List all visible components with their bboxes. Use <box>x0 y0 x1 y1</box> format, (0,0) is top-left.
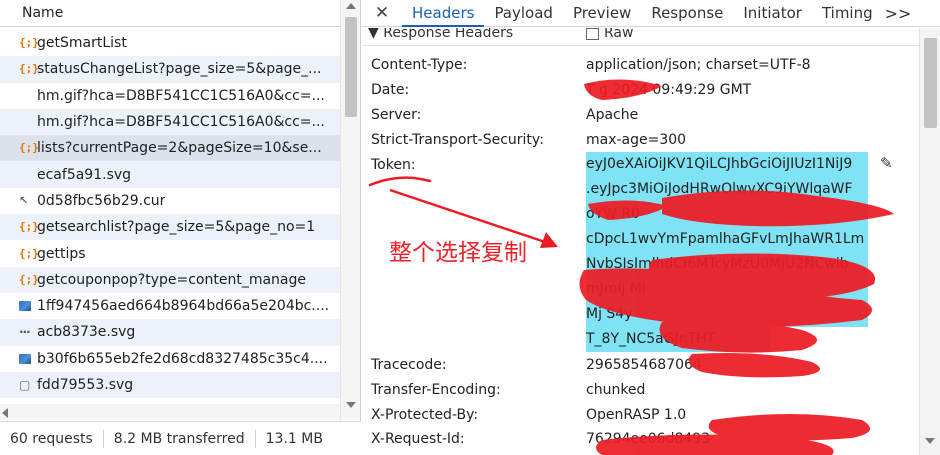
request-name: 0d58fbc56b29.cur <box>37 192 166 209</box>
request-row[interactable]: {;} statusChangeList?page_size=5&page_... <box>0 56 340 83</box>
tab-initiator[interactable]: Initiator <box>733 0 812 27</box>
header-name-transfer-encoding: Transfer-Encoding: <box>371 382 501 398</box>
scroll-down-arrow-icon[interactable] <box>346 402 356 408</box>
request-name: gettips <box>37 245 86 262</box>
header-value-transfer-encoding: chunked <box>586 382 646 398</box>
request-name: hm.gif?hca=D8BF541CC1C516A0&cc=... <box>37 114 325 131</box>
request-row[interactable]: 1ff947456aed664b8964bd66a5e204bc.... <box>0 293 340 319</box>
detail-scrollbar[interactable] <box>919 28 940 455</box>
request-name: getcouponpop?type=content_manage <box>37 271 306 288</box>
cursor-icon: ↖ <box>19 193 29 207</box>
header-value-x-protected-by: OpenRASP 1.0 <box>586 407 687 423</box>
image-icon <box>19 301 37 312</box>
header-value-strict-transport-security: max-age=300 <box>586 132 687 148</box>
header-name-content-type: Content-Type: <box>371 57 468 73</box>
request-row[interactable]: {;} getSmartList <box>0 30 340 56</box>
token-line[interactable]: Mj S4y <box>586 302 868 327</box>
close-icon[interactable]: ✕ <box>362 3 402 23</box>
request-name: ecaf5a91.svg <box>37 166 132 183</box>
scrollbar-thumb[interactable] <box>345 17 357 117</box>
raw-checkbox-label[interactable]: Raw <box>604 28 633 40</box>
image-icon <box>19 353 37 364</box>
token-line[interactable]: eyJ0eXAiOiJKV1QiLCJhbGciOiJIUzI1NiJ9 <box>586 152 868 177</box>
tab-headers[interactable]: Headers <box>402 0 485 27</box>
token-line[interactable]: NvbSIsImlhdCI6MTcyMzU0MjU2NCwib <box>586 252 868 277</box>
header-name-tracecode: Tracecode: <box>371 357 447 373</box>
request-row[interactable]: {;} getcouponpop?type=content_manage <box>0 266 340 293</box>
resources-size: 13.1 MB <box>265 430 323 447</box>
request-list: {;} getSmartList {;} statusChangeList?page_… <box>0 30 340 420</box>
request-name: lists?currentPage=2&pageSize=10&se... <box>37 140 322 157</box>
xhr-braces-icon: {;} <box>19 220 39 234</box>
request-name: hm.gif?hca=D8BF541CC1C516A0&cc=... <box>37 87 325 104</box>
scroll-left-arrow-icon[interactable] <box>2 408 8 418</box>
scroll-up-arrow-icon[interactable] <box>346 3 356 9</box>
request-count: 60 requests <box>10 430 93 447</box>
raw-checkbox[interactable] <box>586 28 599 40</box>
header-name-server: Server: <box>371 107 422 123</box>
request-row[interactable]: ↖ 0d58fbc56b29.cur <box>0 188 340 214</box>
header-value-server: Apache <box>586 107 639 123</box>
tab-response[interactable]: Response <box>641 0 733 27</box>
edit-pencil-icon[interactable]: ✎ <box>880 154 893 172</box>
horizontal-scrollbar[interactable] <box>0 404 340 420</box>
header-name-x-request-id: X-Request-Id: <box>371 431 465 447</box>
request-row[interactable]: ··· acb8373e.svg <box>0 319 340 346</box>
request-row[interactable]: ecaf5a91.svg <box>0 161 340 188</box>
request-name: statusChangeList?page_size=5&page_... <box>37 61 322 78</box>
xhr-braces-icon: {;} <box>19 141 39 155</box>
request-row[interactable]: {;} lists?currentPage=2&pageSize=10&se... <box>0 135 340 162</box>
request-list-panel: Name {;} getSmartList {;} statusChangeList?… <box>0 0 361 455</box>
request-name: b30f6b655eb2fe2d68cd8327485c35c4.... <box>37 350 328 367</box>
dots-icon: ··· <box>19 325 31 340</box>
header-name-date: Date: <box>371 82 410 98</box>
tab-payload[interactable]: Payload <box>484 0 563 27</box>
xhr-braces-icon: {;} <box>19 246 39 260</box>
request-row[interactable]: {;} gettips <box>0 240 340 266</box>
response-headers-section-toggle[interactable]: ▼ Response Headers <box>368 28 513 41</box>
request-name: getSmartList <box>37 35 127 52</box>
header-value-content-type: application/json; charset=UTF-8 <box>586 57 811 73</box>
request-name: acb8373e.svg <box>37 324 136 341</box>
section-divider <box>362 45 919 46</box>
detail-tab-bar: ✕ Headers Payload Preview Response Initi… <box>362 0 940 27</box>
request-row[interactable]: b30f6b655eb2fe2d68cd8327485c35c4.... <box>0 346 340 372</box>
request-detail-panel: ✕ Headers Payload Preview Response Initi… <box>362 0 940 455</box>
request-name: 1ff947456aed664b8964bd66a5e204bc.... <box>37 298 330 315</box>
request-name: fdd79553.svg <box>37 377 134 393</box>
more-tabs-icon[interactable]: >> <box>885 4 912 23</box>
token-line[interactable]: T_8Y_NC5aGJnTHT <box>586 327 770 352</box>
header-name-x-protected-by: X-Protected-By: <box>371 407 479 423</box>
request-row[interactable]: {;} getsearchlist?page_size=5&page_no=1 <box>0 214 340 241</box>
request-row[interactable]: ▢ fdd79553.svg <box>0 371 340 399</box>
header-name-strict-transport-security: Strict-Transport-Security: <box>371 132 544 148</box>
tab-timing[interactable]: Timing <box>812 0 883 27</box>
scroll-down-arrow-icon[interactable] <box>925 438 935 444</box>
token-line[interactable]: mJmIj Mi <box>586 277 868 302</box>
request-row[interactable]: hm.gif?hca=D8BF541CC1C516A0&cc=... <box>0 108 340 136</box>
token-line[interactable]: .eyJpc3MiOiJodHRwOlwvXC9iYWlqaWF <box>586 177 868 202</box>
xhr-braces-icon: {;} <box>19 62 39 76</box>
request-row[interactable]: hm.gif?hca=D8BF541CC1C516A0&cc=... <box>0 83 340 109</box>
header-value-date: T g 2024 09:49:29 GMT <box>586 82 752 98</box>
name-column-header[interactable]: Name <box>0 0 340 27</box>
request-name: getsearchlist?page_size=5&page_no=1 <box>37 219 316 236</box>
header-value-tracecode: 2965854687064 <box>586 357 702 373</box>
request-list-scrollbar[interactable] <box>340 0 360 420</box>
status-bar: 60 requests 8.2 MB transferred 13.1 MB <box>0 421 361 455</box>
xhr-braces-icon: {;} <box>19 272 39 286</box>
scrollbar-thumb[interactable] <box>924 38 937 128</box>
header-name-token: Token: <box>371 157 416 173</box>
transferred-size: 8.2 MB transferred <box>113 430 245 447</box>
token-value-selected[interactable]: eyJ0eXAiOiJKV1QiLCJhbGciOiJIUzI1NiJ9 .ey… <box>586 152 868 352</box>
xhr-braces-icon: {;} <box>19 36 39 50</box>
token-line[interactable]: cDpcL1wvYmFpamlhaGFvLmJhaWR1Lm <box>586 227 868 252</box>
annotation-text: 整个选择复制 <box>389 240 527 266</box>
chat-icon: ▢ <box>19 378 31 392</box>
header-value-x-request-id: 76294ee06d8493 <box>586 431 711 447</box>
tab-preview[interactable]: Preview <box>563 0 641 27</box>
token-line[interactable]: oYW R0 <box>586 202 868 227</box>
